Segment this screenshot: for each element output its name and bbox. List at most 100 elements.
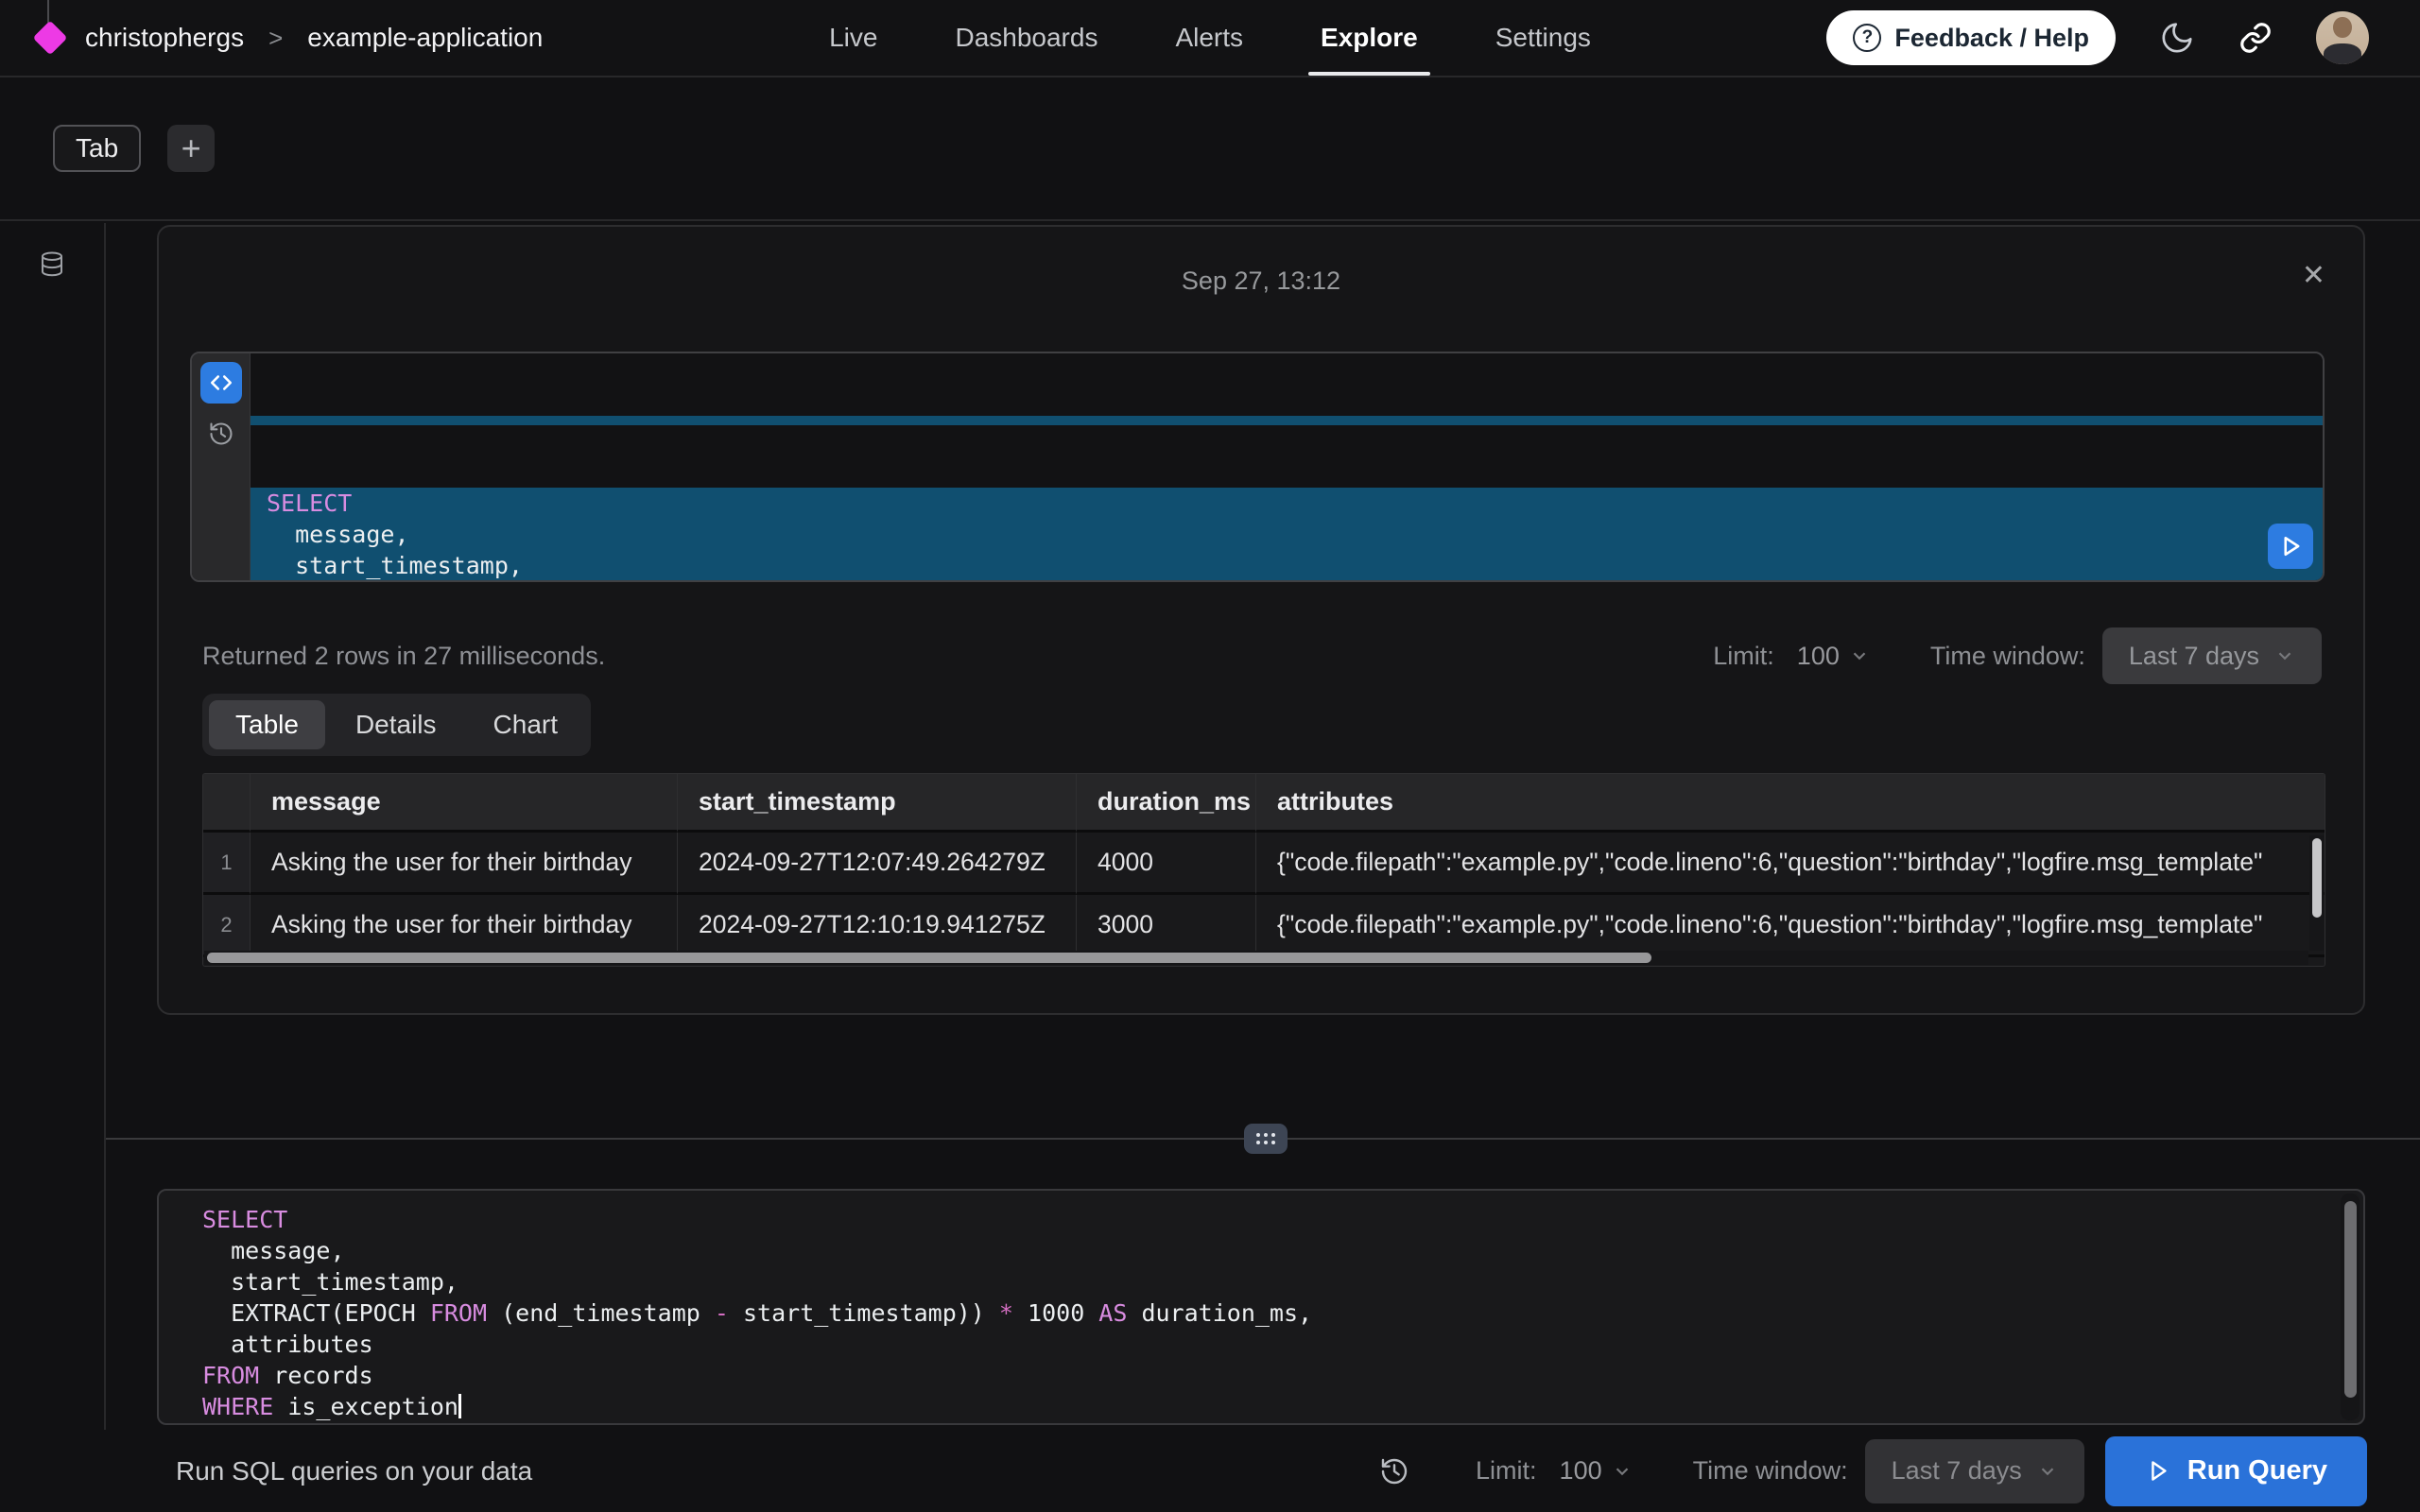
limit-dropdown[interactable]: 100 — [1797, 642, 1870, 671]
results-table-header-row: messagestart_timestampduration_msattribu… — [203, 774, 2325, 833]
chevron-down-icon — [2274, 645, 2295, 666]
cell-start_timestamp: 2024-09-27T12:10:19.941275Z — [678, 895, 1077, 957]
sql-line: FROM records — [202, 1360, 2325, 1391]
chevron-down-icon — [1849, 645, 1870, 666]
limit-label: Limit: — [1713, 642, 1774, 671]
cell-duration_ms: 3000 — [1077, 895, 1256, 957]
grip-dots-icon — [1256, 1133, 1260, 1137]
limit-value: 100 — [1797, 642, 1840, 671]
cell-attributes: {"code.filepath":"example.py","code.line… — [1256, 833, 2325, 895]
bottom-bar-controls: Limit: 100 Time window: Last 7 days Run … — [1379, 1436, 2367, 1506]
chevron-down-icon — [2037, 1461, 2058, 1482]
column-header-duration_ms: duration_ms — [1077, 774, 1256, 833]
sql-line: WHERE is_exception — [202, 1391, 2325, 1422]
cell-message: Asking the user for their birthday — [251, 833, 678, 895]
feedback-help-label: Feedback / Help — [1894, 24, 2089, 53]
sql-line: message, — [202, 1235, 2325, 1266]
sql-line: start_timestamp, — [202, 1266, 2325, 1297]
status-row: Returned 2 rows in 27 milliseconds. Limi… — [202, 627, 2322, 684]
sidebar — [0, 223, 106, 1430]
nav-item-explore[interactable]: Explore — [1321, 0, 1418, 76]
database-icon[interactable] — [38, 249, 66, 280]
time-window-value: Last 7 days — [1892, 1456, 2022, 1486]
close-icon[interactable]: ✕ — [2302, 259, 2325, 292]
results-table-wrap: messagestart_timestampduration_msattribu… — [202, 773, 2325, 967]
view-tab-table[interactable]: Table — [209, 700, 325, 749]
link-icon[interactable] — [2238, 21, 2273, 55]
history-icon[interactable] — [1379, 1456, 1409, 1486]
nav-item-alerts[interactable]: Alerts — [1175, 0, 1243, 76]
sql-editor[interactable]: SELECT message, start_timestamp, EXTRACT… — [157, 1189, 2365, 1425]
time-window-value: Last 7 days — [2129, 642, 2259, 671]
bottom-bar: Run SQL queries on your data Limit: 100 … — [0, 1430, 2420, 1512]
user-avatar[interactable] — [2316, 11, 2369, 64]
cell-attributes: {"code.filepath":"example.py","code.line… — [1256, 895, 2325, 957]
top-nav: christophergs > example-application Live… — [0, 0, 2420, 77]
sql-display[interactable]: SELECT message, start_timestamp, EXTRACT… — [251, 353, 2323, 580]
nav-item-settings[interactable]: Settings — [1495, 0, 1591, 76]
sql-line: start_timestamp, — [251, 550, 2323, 581]
splitter-grip-handle[interactable] — [1244, 1124, 1288, 1154]
column-header-attributes: attributes — [1256, 774, 2325, 833]
cell-message: Asking the user for their birthday — [251, 895, 678, 957]
sql-line: EXTRACT(EPOCH FROM (end_timestamp - star… — [202, 1297, 2325, 1329]
moon-icon[interactable] — [2159, 20, 2195, 56]
column-header-message: message — [251, 774, 678, 833]
result-status: Returned 2 rows in 27 milliseconds. — [202, 642, 605, 671]
tab-bar: Tab + — [0, 77, 2420, 221]
row-number-header — [203, 774, 251, 833]
add-tab-button[interactable]: + — [167, 125, 215, 172]
scrollbar-thumb[interactable] — [207, 953, 1651, 963]
nav-item-dashboards[interactable]: Dashboards — [955, 0, 1098, 76]
sql-line: SELECT — [251, 488, 2323, 519]
workspace: Sep 27, 13:12 ✕ SELECT message, start_ti… — [0, 223, 2420, 1512]
editor-vertical-scrollbar — [2341, 1194, 2360, 1420]
code-view-button[interactable] — [200, 362, 242, 404]
tab-chip[interactable]: Tab — [53, 125, 141, 172]
table-row[interactable]: 2Asking the user for their birthday2024-… — [203, 895, 2325, 957]
chevron-down-icon — [1612, 1461, 1633, 1482]
sql-line: EXTRACT(EPOCH FROM (end_timestamp - star… — [251, 581, 2323, 582]
play-icon — [2145, 1458, 2170, 1484]
history-icon[interactable] — [208, 421, 234, 447]
snippet-gutter — [192, 353, 251, 580]
run-query-button[interactable]: Run Query — [2105, 1436, 2367, 1506]
column-header-start_timestamp: start_timestamp — [678, 774, 1077, 833]
time-window-label: Time window: — [1930, 642, 2085, 671]
run-snippet-button[interactable] — [2268, 524, 2313, 569]
sql-editor-content[interactable]: SELECT message, start_timestamp, EXTRACT… — [202, 1204, 2325, 1423]
time-window-dropdown[interactable]: Last 7 days — [1865, 1439, 2084, 1503]
view-tab-details[interactable]: Details — [329, 700, 463, 749]
time-window-label: Time window: — [1693, 1456, 1848, 1486]
query-timestamp: Sep 27, 13:12 — [159, 266, 2363, 296]
results-card: Sep 27, 13:12 ✕ SELECT message, start_ti… — [157, 225, 2365, 1015]
sql-snippet-box: SELECT message, start_timestamp, EXTRACT… — [190, 352, 2325, 582]
scrollbar-thumb[interactable] — [2312, 838, 2322, 918]
text-caret — [458, 1394, 461, 1418]
limit-label: Limit: — [1476, 1456, 1537, 1486]
table-horizontal-scrollbar — [204, 951, 2308, 965]
scrollbar-thumb[interactable] — [2344, 1201, 2357, 1398]
view-tabs: TableDetailsChart — [202, 694, 591, 756]
cell-start_timestamp: 2024-09-27T12:07:49.264279Z — [678, 833, 1077, 895]
results-table-body: 1Asking the user for their birthday2024-… — [203, 833, 2325, 957]
feedback-help-button[interactable]: ? Feedback / Help — [1826, 10, 2116, 65]
run-query-label: Run Query — [2187, 1455, 2327, 1486]
row-number: 2 — [203, 895, 251, 957]
pane-splitter — [106, 1138, 2420, 1140]
results-table: messagestart_timestampduration_msattribu… — [203, 774, 2325, 957]
table-row[interactable]: 1Asking the user for their birthday2024-… — [203, 833, 2325, 895]
table-vertical-scrollbar — [2309, 835, 2324, 951]
editor-caption: Run SQL queries on your data — [176, 1456, 532, 1486]
selection-pad — [251, 416, 2323, 425]
row-number: 1 — [203, 833, 251, 895]
time-window-dropdown[interactable]: Last 7 days — [2102, 627, 2322, 684]
limit-dropdown[interactable]: 100 — [1560, 1456, 1633, 1486]
nav-item-live[interactable]: Live — [829, 0, 877, 76]
cell-duration_ms: 4000 — [1077, 833, 1256, 895]
sql-line: message, — [251, 519, 2323, 550]
view-tab-chart[interactable]: Chart — [467, 700, 584, 749]
nav-right: ? Feedback / Help — [1826, 0, 2369, 76]
sql-line: attributes — [202, 1329, 2325, 1360]
question-circle-icon: ? — [1853, 24, 1881, 52]
